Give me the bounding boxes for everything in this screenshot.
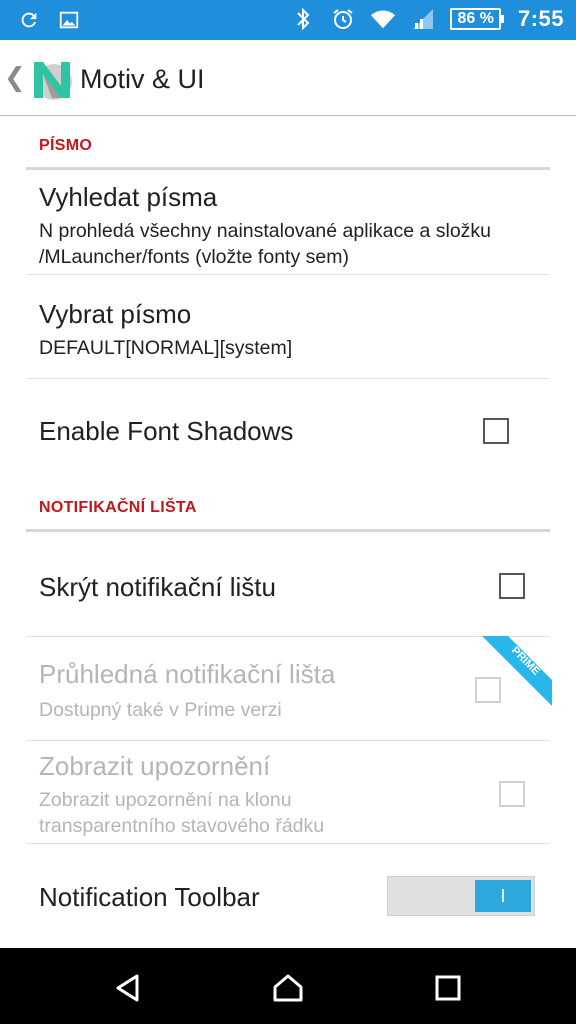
section-header-notification: NOTIFIKAČNÍ LIŠTA <box>39 499 197 516</box>
pref-title: Vyhledat písma <box>39 182 218 212</box>
home-icon[interactable] <box>268 968 308 1008</box>
font-shadows-checkbox[interactable] <box>483 418 509 444</box>
alarm-icon <box>330 6 356 32</box>
wifi-icon <box>370 6 396 32</box>
app-bar: ❮ Motiv & UI <box>0 40 576 116</box>
navigation-bar <box>0 948 576 1024</box>
pref-summary: N prohledá všechny nainstalované aplikac… <box>39 220 492 268</box>
image-icon <box>56 7 82 33</box>
bluetooth-icon <box>290 6 316 32</box>
status-bar: 86 % 7:55 <box>0 0 576 40</box>
pref-choose-font[interactable]: Vybrat písmo DEFAULT[NORMAL][system] <box>0 275 576 378</box>
hide-notification-checkbox[interactable] <box>499 573 525 599</box>
show-alerts-checkbox <box>499 781 525 807</box>
section-header-font: PÍSMO <box>39 137 93 154</box>
back-chevron-icon[interactable]: ❮ <box>4 62 26 93</box>
toggle-knob: I <box>475 880 531 912</box>
pref-title: Vybrat písmo <box>39 299 192 329</box>
app-logo[interactable] <box>30 58 74 102</box>
back-icon[interactable] <box>108 968 148 1008</box>
pref-title: Enable Font Shadows <box>39 416 294 446</box>
pref-title: Notification Toolbar <box>39 882 260 912</box>
pref-title: Skrýt notifikační lištu <box>39 572 276 602</box>
pref-hide-notification-bar[interactable]: Skrýt notifikační lištu <box>0 532 576 636</box>
pref-font-shadows[interactable]: Enable Font Shadows <box>0 379 576 483</box>
pref-search-fonts[interactable]: Vyhledat písma N prohledá všechny nainst… <box>0 170 576 274</box>
battery-level: 86 % <box>450 8 501 30</box>
battery-indicator: 86 % <box>450 8 504 30</box>
signal-icon <box>410 6 436 32</box>
pref-summary: Zobrazit upozornění na klonu transparent… <box>39 789 325 837</box>
pref-summary: DEFAULT[NORMAL][system] <box>39 337 293 359</box>
clock: 7:55 <box>517 6 564 31</box>
recents-icon[interactable] <box>428 968 468 1008</box>
pref-title: Zobrazit upozornění <box>39 751 271 781</box>
page-title: Motiv & UI <box>80 64 205 94</box>
pref-summary: Dostupný také v Prime verzi <box>39 699 282 721</box>
sync-icon <box>16 7 42 33</box>
prime-badge: PRIME <box>482 636 552 706</box>
pref-show-alerts: Zobrazit upozornění Zobrazit upozornění … <box>0 741 576 843</box>
notification-toolbar-toggle[interactable]: I <box>387 876 535 916</box>
pref-title: Průhledná notifikační lišta <box>39 659 336 689</box>
